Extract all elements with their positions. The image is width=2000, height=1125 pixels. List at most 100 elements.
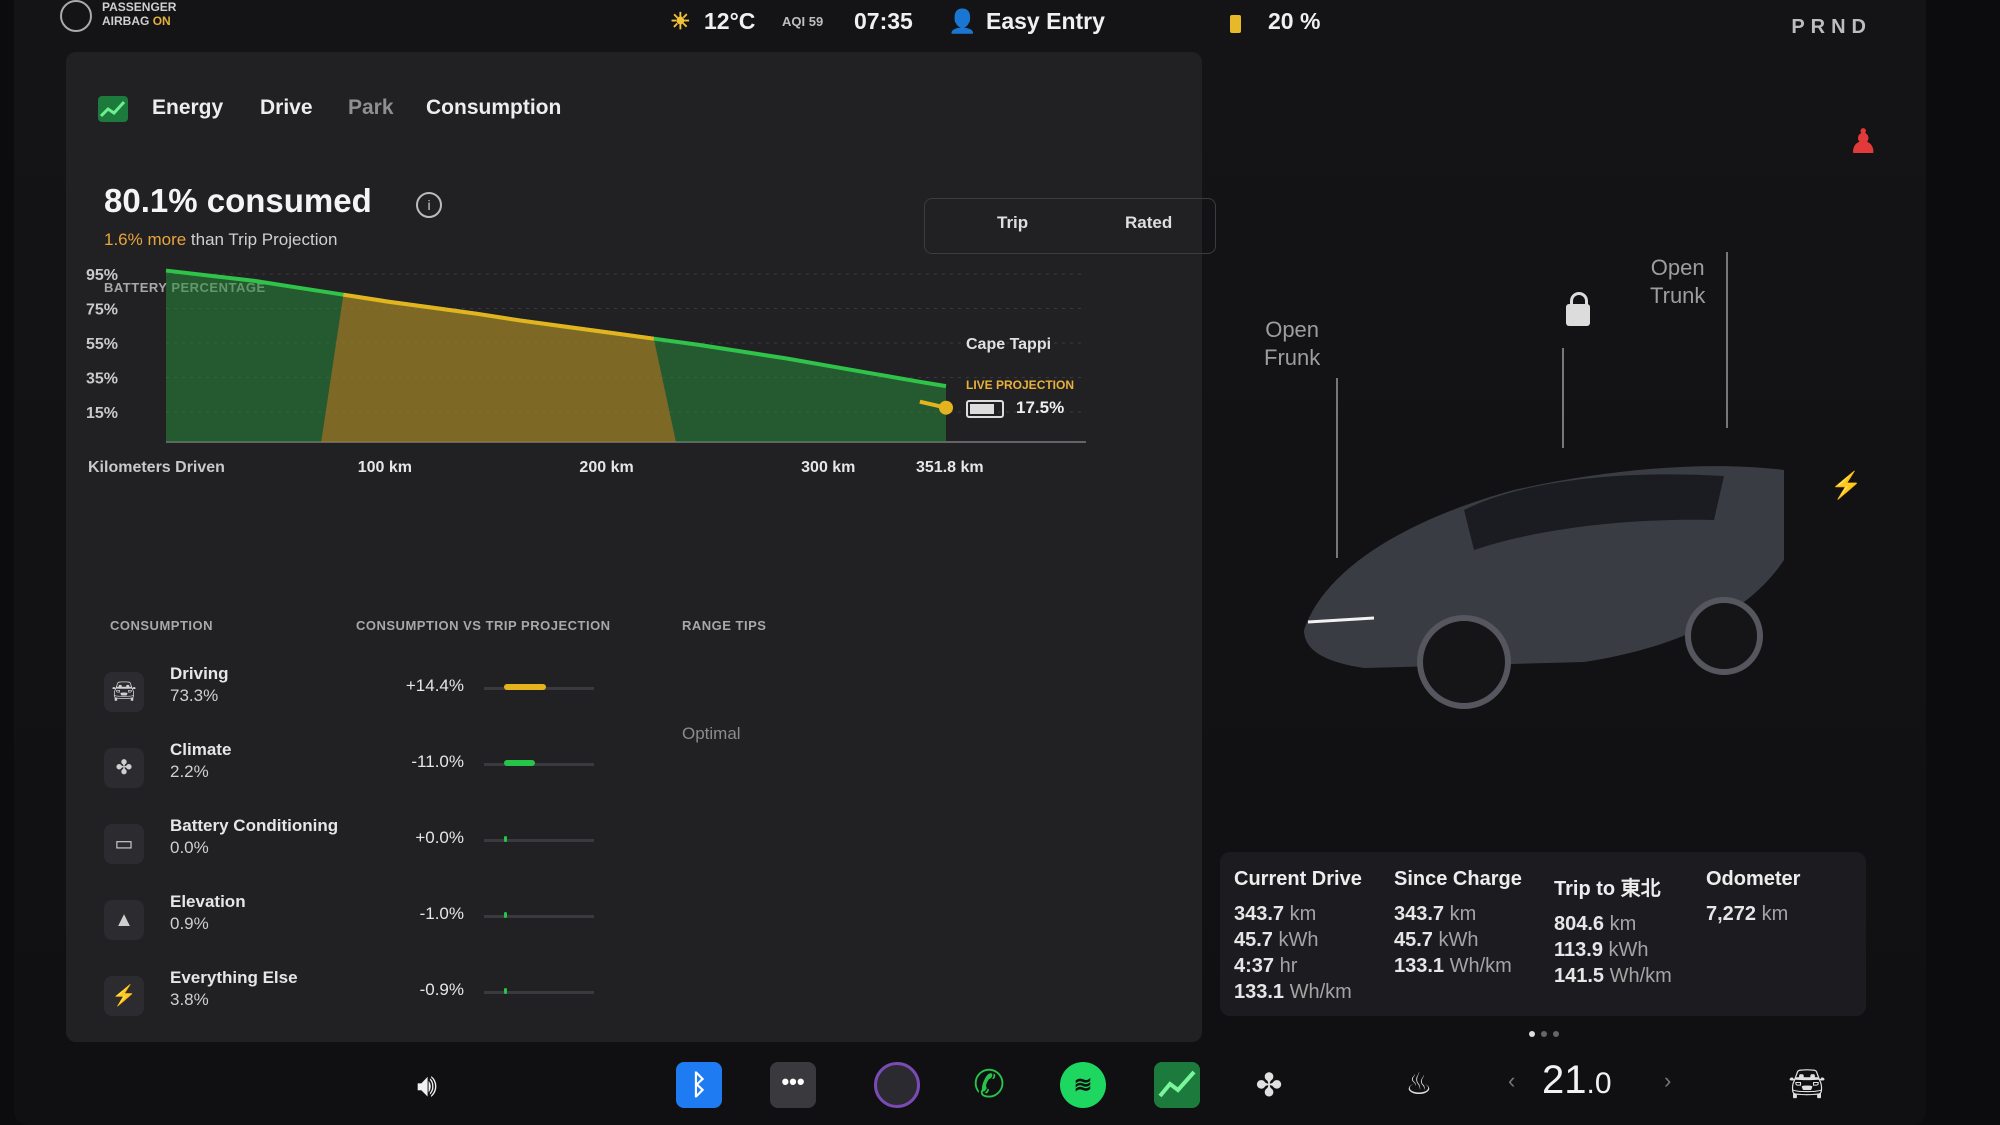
consumption-row: ▲ Elevation 0.9% -1.0% bbox=[104, 892, 604, 952]
airbag-state: ON bbox=[152, 14, 171, 28]
battery-icon bbox=[1230, 15, 1241, 33]
projection-battery-icon bbox=[966, 400, 1004, 418]
consumption-delta: -0.9% bbox=[419, 980, 464, 999]
open-trunk-line1: Open bbox=[1650, 255, 1705, 280]
mountain-icon: ▲ bbox=[104, 900, 144, 940]
outside-temperature: 12°C bbox=[704, 8, 756, 34]
open-frunk-button[interactable]: Open Frunk bbox=[1264, 316, 1320, 372]
temp-whole: 21 bbox=[1542, 1058, 1587, 1102]
seat-heater-icon[interactable]: ♨ bbox=[1396, 1062, 1442, 1108]
delta-bar bbox=[504, 684, 546, 690]
open-frunk-line1: Open bbox=[1265, 317, 1320, 342]
clock: 07:35 bbox=[854, 8, 913, 34]
battery-percent[interactable]: 20 % bbox=[1268, 8, 1320, 35]
temp-decimal: .0 bbox=[1586, 1067, 1612, 1100]
consumption-row: 🚘︎ Driving 73.3% +14.4% bbox=[104, 664, 604, 724]
vehicle-render bbox=[1304, 466, 1784, 709]
trip-stat-value: 133.1 Wh/km bbox=[1234, 981, 1352, 1003]
trip-stat-value: 4:37 hr bbox=[1234, 955, 1298, 977]
consumption-name: Driving bbox=[170, 664, 229, 683]
aqi-badge[interactable]: AQI 59 bbox=[782, 14, 823, 29]
lock-icon[interactable] bbox=[1566, 292, 1590, 326]
open-frunk-line2: Frunk bbox=[1264, 345, 1321, 370]
camera-icon[interactable] bbox=[874, 1062, 920, 1108]
y-tick-label: 55% bbox=[86, 336, 118, 353]
delta-bar bbox=[504, 912, 507, 918]
consumption-row: ⚡ Everything Else 3.8% -0.9% bbox=[104, 968, 604, 1028]
more-apps-icon[interactable]: ••• bbox=[770, 1062, 816, 1108]
consumption-name: Everything Else bbox=[170, 968, 298, 987]
live-projection-label: LIVE PROJECTION bbox=[966, 378, 1075, 392]
profile-name[interactable]: Easy Entry bbox=[986, 8, 1105, 35]
live-projection-value: 17.5% bbox=[1016, 398, 1065, 417]
spotify-icon[interactable]: ≋ bbox=[1060, 1062, 1106, 1108]
car-controls-icon[interactable]: 🚘︎ bbox=[1784, 1062, 1830, 1108]
cabin-temperature[interactable]: 21.0 bbox=[1542, 1058, 1612, 1103]
gear-indicator: PRND bbox=[1791, 16, 1872, 38]
consumption-percent: 0.0% bbox=[170, 838, 209, 857]
climate-fan-icon[interactable]: ✤ bbox=[1246, 1062, 1292, 1108]
consumption-percent: 2.2% bbox=[170, 762, 209, 781]
profile-icon[interactable]: 👤 bbox=[948, 8, 977, 35]
sun-icon: ☀ bbox=[670, 8, 691, 34]
trip-stat-value: 45.7 kWh bbox=[1234, 929, 1319, 951]
trip-stat-value: 133.1 Wh/km bbox=[1394, 955, 1512, 977]
consumption-delta: +14.4% bbox=[405, 676, 464, 695]
y-tick-label: 75% bbox=[86, 302, 118, 319]
trip-stat-value: 141.5 Wh/km bbox=[1554, 965, 1672, 987]
charge-port-icon[interactable]: ⚡ bbox=[1830, 470, 1862, 501]
bottom-dock: 🔊︎ ᛒ ••• ✆ ≋ ✤ ♨ 🚘︎ bbox=[14, 1046, 1926, 1125]
consumption-header: CONSUMPTION bbox=[110, 618, 213, 633]
bolt-icon: ⚡ bbox=[104, 976, 144, 1016]
consumption-vs-projection-header: CONSUMPTION VS TRIP PROJECTION bbox=[356, 618, 611, 633]
temp-up-chevron[interactable]: › bbox=[1664, 1068, 1671, 1094]
consumption-percent: 3.8% bbox=[170, 990, 209, 1009]
trip-stat-value: 804.6 km bbox=[1554, 913, 1637, 935]
trip-stat-title: Trip to 東北 bbox=[1554, 878, 1661, 900]
consumption-name: Elevation bbox=[170, 892, 246, 911]
airbag-line2: AIRBAG bbox=[102, 14, 150, 28]
trip-stats-panel: Current Drive 343.7 km 45.7 kWh 4:37 hr 133.… bbox=[1220, 852, 1866, 1016]
touchscreen: PASSENGER AIRBAG ON ☀ 12°C AQI 59 07:35 … bbox=[14, 0, 1926, 1125]
consumption-percent: 73.3% bbox=[170, 686, 219, 705]
trip-stat-column[interactable]: Trip to 東北 804.6 km 113.9 kWh 141.5 Wh/km bbox=[1554, 872, 1672, 989]
x-tick-label: 100 km bbox=[358, 459, 412, 476]
consumption-row: ✤ Climate 2.2% -11.0% bbox=[104, 740, 604, 800]
volume-icon[interactable]: 🔊︎ bbox=[404, 1062, 450, 1108]
current-position-dot bbox=[939, 400, 953, 415]
consumption-delta: -1.0% bbox=[419, 904, 464, 923]
trip-stat-column[interactable]: Odometer 7,272 km bbox=[1706, 868, 1800, 927]
delta-track bbox=[484, 839, 594, 842]
trip-stat-title: Current Drive bbox=[1234, 868, 1362, 890]
energy-app-icon[interactable] bbox=[1154, 1062, 1200, 1108]
trip-stat-column[interactable]: Since Charge 343.7 km 45.7 kWh 133.1 Wh/km bbox=[1394, 868, 1522, 979]
trip-stat-value: 45.7 kWh bbox=[1394, 929, 1479, 951]
open-trunk-button[interactable]: Open Trunk bbox=[1650, 254, 1705, 310]
range-tip-value: Optimal bbox=[682, 724, 741, 743]
destination-label: Cape Tappi bbox=[966, 336, 1052, 353]
energy-app-panel: Energy Drive Park Consumption 80.1% cons… bbox=[66, 52, 1216, 1042]
consumption-name: Climate bbox=[170, 740, 232, 759]
delta-bar bbox=[504, 988, 507, 994]
delta-track bbox=[484, 915, 594, 918]
battery-icon: ▭ bbox=[104, 824, 144, 864]
range-tips-header: RANGE TIPS bbox=[682, 618, 767, 633]
status-bar: PASSENGER AIRBAG ON ☀ 12°C AQI 59 07:35 … bbox=[14, 0, 1926, 46]
trip-stat-column[interactable]: Current Drive 343.7 km 45.7 kWh 4:37 hr 133.… bbox=[1234, 868, 1362, 1005]
trip-stat-value: 7,272 km bbox=[1706, 903, 1789, 925]
y-tick-label: 15% bbox=[86, 405, 118, 422]
open-trunk-line2: Trunk bbox=[1650, 283, 1706, 308]
consumption-percent: 0.9% bbox=[170, 914, 209, 933]
fan-icon: ✤ bbox=[104, 748, 144, 788]
trip-stat-value: 343.7 km bbox=[1394, 903, 1477, 925]
bluetooth-icon[interactable]: ᛒ bbox=[676, 1062, 722, 1108]
trip-stat-title: Since Charge bbox=[1394, 868, 1522, 890]
delta-track bbox=[484, 763, 594, 766]
x-tick-label: 351.8 km bbox=[916, 459, 984, 476]
page-indicator[interactable] bbox=[1526, 1024, 1562, 1042]
temp-down-chevron[interactable]: ‹ bbox=[1508, 1068, 1515, 1094]
delta-bar bbox=[504, 760, 535, 766]
phone-icon[interactable]: ✆ bbox=[966, 1062, 1012, 1108]
x-axis-label: Kilometers Driven bbox=[88, 459, 225, 476]
delta-track bbox=[484, 991, 594, 994]
